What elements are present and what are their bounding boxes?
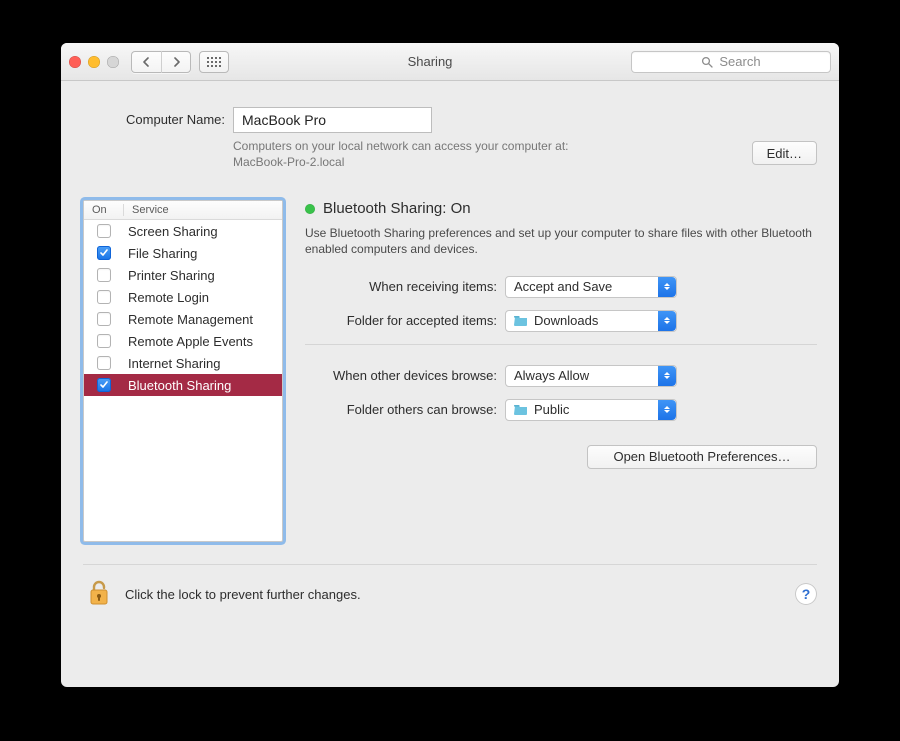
service-row[interactable]: Bluetooth Sharing	[84, 374, 282, 396]
chevron-updown-icon	[658, 311, 676, 331]
minimize-icon[interactable]	[88, 56, 100, 68]
service-checkbox[interactable]	[97, 268, 111, 282]
services-header-service: Service	[124, 204, 169, 216]
browse-folder-value: Public	[534, 402, 569, 417]
services-header: On Service	[84, 201, 282, 220]
help-button[interactable]: ?	[795, 583, 817, 605]
search-icon	[701, 56, 713, 68]
window-body: Computer Name: Computers on your local n…	[61, 81, 839, 625]
edit-hostname-button[interactable]: Edit…	[752, 141, 817, 165]
service-row[interactable]: File Sharing	[84, 242, 282, 264]
service-checkbox[interactable]	[97, 224, 111, 238]
status-title: Bluetooth Sharing: On	[323, 200, 471, 217]
service-label: File Sharing	[124, 246, 197, 261]
services-list: On Service Screen Sharing File Sharing Pri…	[83, 200, 283, 542]
window-title: Sharing	[237, 54, 623, 69]
folder-icon	[514, 315, 528, 326]
service-row[interactable]: Internet Sharing	[84, 352, 282, 374]
service-row[interactable]: Printer Sharing	[84, 264, 282, 286]
chevron-updown-icon	[658, 277, 676, 297]
receiving-value: Accept and Save	[514, 279, 612, 294]
open-bluetooth-prefs-button[interactable]: Open Bluetooth Preferences…	[587, 445, 817, 469]
service-checkbox[interactable]	[97, 378, 111, 392]
window-controls	[69, 56, 119, 68]
services-header-on: On	[84, 204, 124, 216]
service-label: Remote Apple Events	[124, 334, 253, 349]
services-rows[interactable]: Screen Sharing File Sharing Printer Sharin…	[84, 220, 282, 541]
search-placeholder: Search	[719, 54, 760, 69]
accepted-folder-value: Downloads	[534, 313, 598, 328]
computer-name-field[interactable]	[233, 107, 432, 133]
close-icon[interactable]	[69, 56, 81, 68]
computer-name-desc: Computers on your local network can acce…	[233, 139, 736, 170]
service-row[interactable]: Remote Management	[84, 308, 282, 330]
accepted-folder-label: Folder for accepted items:	[305, 313, 505, 328]
search-input[interactable]: Search	[631, 51, 831, 73]
divider	[305, 344, 817, 345]
service-label: Screen Sharing	[124, 224, 218, 239]
service-row[interactable]: Screen Sharing	[84, 220, 282, 242]
zoom-icon[interactable]	[107, 56, 119, 68]
browse-value: Always Allow	[514, 368, 589, 383]
chevron-updown-icon	[658, 400, 676, 420]
service-label: Bluetooth Sharing	[124, 378, 231, 393]
service-checkbox[interactable]	[97, 356, 111, 370]
service-label: Remote Login	[124, 290, 209, 305]
nav-segment	[131, 51, 191, 73]
sharing-prefs-window: Sharing Search Computer Name: Computers …	[61, 43, 839, 687]
service-checkbox[interactable]	[97, 334, 111, 348]
service-label: Printer Sharing	[124, 268, 215, 283]
service-label: Remote Management	[124, 312, 253, 327]
service-row[interactable]: Remote Login	[84, 286, 282, 308]
forward-button[interactable]	[161, 51, 191, 73]
browse-folder-popup[interactable]: Public	[505, 399, 677, 421]
accepted-folder-popup[interactable]: Downloads	[505, 310, 677, 332]
show-all-button[interactable]	[199, 51, 229, 73]
status-desc: Use Bluetooth Sharing preferences and se…	[305, 225, 817, 257]
browse-folder-label: Folder others can browse:	[305, 402, 505, 417]
receiving-label: When receiving items:	[305, 279, 505, 294]
computer-name-label: Computer Name:	[83, 107, 233, 127]
back-button[interactable]	[131, 51, 161, 73]
chevron-updown-icon	[658, 366, 676, 386]
browse-label: When other devices browse:	[305, 368, 505, 383]
service-label: Internet Sharing	[124, 356, 221, 371]
service-checkbox[interactable]	[97, 290, 111, 304]
lock-text: Click the lock to prevent further change…	[125, 587, 361, 602]
service-checkbox[interactable]	[97, 312, 111, 326]
receiving-popup[interactable]: Accept and Save	[505, 276, 677, 298]
status-dot-icon	[305, 204, 315, 214]
service-row[interactable]: Remote Apple Events	[84, 330, 282, 352]
folder-icon	[514, 404, 528, 415]
lock-icon[interactable]	[85, 577, 113, 611]
detail-pane: Bluetooth Sharing: On Use Bluetooth Shar…	[305, 200, 817, 542]
service-checkbox[interactable]	[97, 246, 111, 260]
titlebar: Sharing Search	[61, 43, 839, 81]
browse-popup[interactable]: Always Allow	[505, 365, 677, 387]
